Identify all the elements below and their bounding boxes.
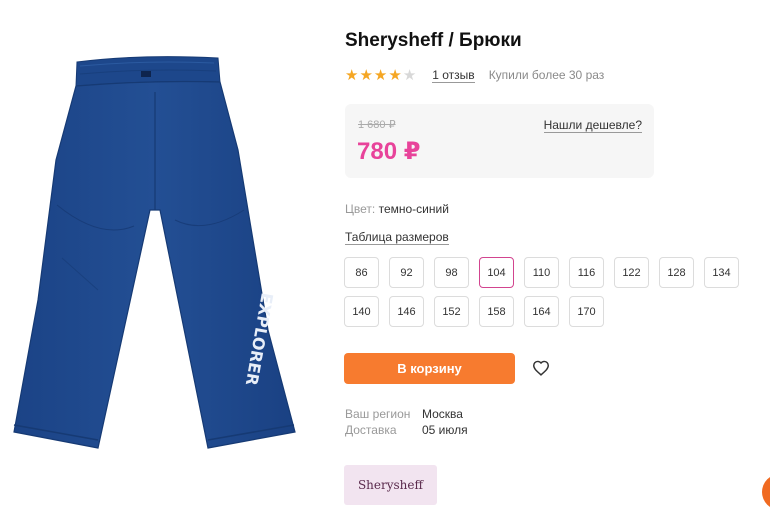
heart-icon (532, 360, 550, 376)
size-option-140[interactable]: 140 (344, 296, 379, 327)
price-box: 1 680 ₽ 780 ₽ Нашли дешевле? (345, 104, 654, 178)
size-option-104[interactable]: 104 (479, 257, 514, 288)
color-row: Цвет: темно-синий (345, 202, 449, 216)
bought-count: Купили более 30 раз (488, 68, 605, 82)
size-option-98[interactable]: 98 (434, 257, 469, 288)
rating-row: ★ ★ ★ ★ ★ 1 отзыв Купили более 30 раз (345, 66, 604, 84)
found-cheaper-link[interactable]: Нашли дешевле? (543, 118, 642, 133)
region-value[interactable]: Москва (422, 406, 463, 422)
size-option-116[interactable]: 116 (569, 257, 604, 288)
size-option-158[interactable]: 158 (479, 296, 514, 327)
chat-widget-button[interactable] (762, 474, 770, 510)
color-value: темно-синий (378, 202, 449, 216)
size-option-164[interactable]: 164 (524, 296, 559, 327)
size-option-128[interactable]: 128 (659, 257, 694, 288)
size-option-170[interactable]: 170 (569, 296, 604, 327)
color-label: Цвет: (345, 202, 376, 216)
star-icon: ★ (402, 66, 417, 84)
favorite-button[interactable] (530, 358, 552, 378)
product-title: Sherysheff / Брюки (345, 30, 522, 51)
delivery-label: Доставка (345, 423, 397, 437)
size-option-122[interactable]: 122 (614, 257, 649, 288)
reviews-link[interactable]: 1 отзыв (432, 68, 475, 83)
star-icon: ★ (388, 66, 402, 84)
delivery-info: Ваш регион Москва Доставка 05 июля (345, 406, 468, 438)
region-row: Ваш регион Москва (345, 406, 468, 422)
brand-badge[interactable]: Sherysheff (344, 465, 437, 505)
size-option-110[interactable]: 110 (524, 257, 559, 288)
size-option-134[interactable]: 134 (704, 257, 739, 288)
star-icon: ★ (373, 66, 388, 84)
rating-stars: ★ ★ ★ ★ ★ (345, 68, 416, 83)
size-table-link[interactable]: Таблица размеров (345, 230, 449, 245)
star-icon: ★ (345, 66, 359, 84)
pants-illustration: EXPLORER (13, 56, 296, 449)
delivery-row: Доставка 05 июля (345, 422, 468, 438)
size-option-146[interactable]: 146 (389, 296, 424, 327)
current-price: 780 ₽ (357, 138, 421, 165)
region-label: Ваш регион (345, 407, 411, 421)
size-option-152[interactable]: 152 (434, 296, 469, 327)
add-to-cart-button[interactable]: В корзину (344, 353, 515, 384)
delivery-date: 05 июля (422, 423, 468, 437)
star-icon: ★ (359, 66, 373, 84)
product-image[interactable]: EXPLORER (0, 0, 330, 517)
size-option-86[interactable]: 86 (344, 257, 379, 288)
old-price: 1 680 ₽ (358, 119, 396, 131)
size-selector: 86 92 98 104 110 116 122 128 134 140 146 152 158 164 1… (344, 257, 770, 327)
size-option-92[interactable]: 92 (389, 257, 424, 288)
